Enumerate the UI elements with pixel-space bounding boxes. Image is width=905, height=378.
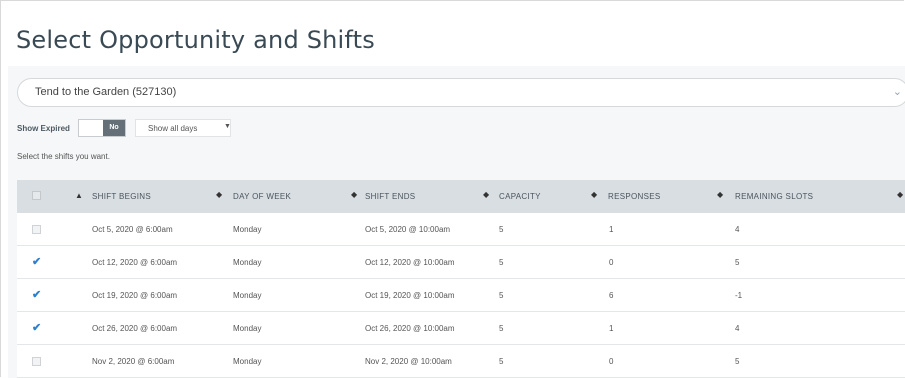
cell-shift-begins: Oct 19, 2020 @ 6:00am xyxy=(92,291,178,300)
cell-shift-begins: Nov 2, 2020 @ 6:00am xyxy=(92,357,175,366)
cell-capacity: 5 xyxy=(499,357,504,366)
cell-capacity: 5 xyxy=(499,291,504,300)
sort-icon[interactable]: ◆ xyxy=(591,190,597,199)
row-checkbox-checked[interactable]: ✔ xyxy=(32,257,41,268)
sort-ascending-icon[interactable]: ▲ xyxy=(75,191,83,200)
cell-responses: 6 xyxy=(609,291,614,300)
row-checkbox-checked[interactable]: ✔ xyxy=(32,290,41,301)
cell-remaining: -1 xyxy=(735,291,743,300)
column-capacity[interactable]: CAPACITY xyxy=(499,192,541,201)
show-expired-toggle[interactable]: No xyxy=(78,119,126,137)
opportunity-select[interactable]: Tend to the Garden (527130) ⌄ xyxy=(17,78,905,107)
row-checkbox-checked[interactable]: ✔ xyxy=(32,323,41,334)
sort-icon[interactable]: ◆ xyxy=(897,190,903,199)
column-remaining-slots[interactable]: REMAINING SLOTS xyxy=(735,192,813,201)
table-header: ▲ SHIFT BEGINS ◆ DAY OF WEEK ◆ SHIFT END… xyxy=(17,180,905,213)
sort-icon[interactable]: ◆ xyxy=(216,190,222,199)
cell-remaining: 4 xyxy=(735,225,740,234)
cell-day: Monday xyxy=(233,324,262,333)
table-row[interactable]: ✔ Oct 19, 2020 @ 6:00am Monday Oct 19, 2… xyxy=(17,279,905,312)
row-checkbox xyxy=(32,357,41,366)
cell-shift-begins: Oct 26, 2020 @ 6:00am xyxy=(92,324,178,333)
cell-shift-ends: Oct 26, 2020 @ 10:00am xyxy=(365,324,455,333)
cell-day: Monday xyxy=(233,291,262,300)
days-filter-select[interactable]: Show all days ▼ xyxy=(135,119,231,137)
table-row[interactable]: Nov 2, 2020 @ 6:00am Monday Nov 2, 2020 … xyxy=(17,345,905,378)
cell-remaining: 4 xyxy=(735,324,740,333)
cell-capacity: 5 xyxy=(499,258,504,267)
sort-icon[interactable]: ◆ xyxy=(351,190,357,199)
column-responses[interactable]: RESPONSES xyxy=(608,192,661,201)
column-shift-ends[interactable]: SHIFT ENDS xyxy=(365,192,415,201)
cell-responses: 1 xyxy=(609,225,614,234)
cell-day: Monday xyxy=(233,258,262,267)
cell-remaining: 5 xyxy=(735,258,740,267)
toggle-knob: No xyxy=(103,120,125,136)
cell-capacity: 5 xyxy=(499,225,504,234)
cell-remaining: 5 xyxy=(735,357,740,366)
opportunity-select-value: Tend to the Garden (527130) xyxy=(35,86,177,98)
cell-capacity: 5 xyxy=(499,324,504,333)
table-row[interactable]: ✔ Oct 12, 2020 @ 6:00am Monday Oct 12, 2… xyxy=(17,246,905,279)
table-row[interactable]: Oct 5, 2020 @ 6:00am Monday Oct 5, 2020 … xyxy=(17,213,905,246)
cell-shift-begins: Oct 5, 2020 @ 6:00am xyxy=(92,225,173,234)
select-all-checkbox[interactable] xyxy=(32,191,41,200)
cell-responses: 0 xyxy=(609,258,614,267)
cell-shift-ends: Oct 12, 2020 @ 10:00am xyxy=(365,258,455,267)
row-checkbox xyxy=(32,225,41,234)
sort-icon[interactable]: ◆ xyxy=(717,190,723,199)
cell-responses: 0 xyxy=(609,357,614,366)
show-expired-label: Show Expired xyxy=(17,124,70,133)
cell-shift-begins: Oct 12, 2020 @ 6:00am xyxy=(92,258,178,267)
page-title: Select Opportunity and Shifts xyxy=(16,26,375,54)
cell-shift-ends: Oct 5, 2020 @ 10:00am xyxy=(365,225,451,234)
column-day-of-week[interactable]: DAY OF WEEK xyxy=(233,192,291,201)
column-shift-begins[interactable]: SHIFT BEGINS xyxy=(92,192,151,201)
cell-shift-ends: Oct 19, 2020 @ 10:00am xyxy=(365,291,455,300)
cell-shift-ends: Nov 2, 2020 @ 10:00am xyxy=(365,357,452,366)
cell-responses: 1 xyxy=(609,324,614,333)
table-row[interactable]: ✔ Oct 26, 2020 @ 6:00am Monday Oct 26, 2… xyxy=(17,312,905,345)
cell-day: Monday xyxy=(233,357,262,366)
chevron-down-icon: ▼ xyxy=(224,123,231,130)
chevron-down-icon: ⌄ xyxy=(892,86,902,98)
cell-day: Monday xyxy=(233,225,262,234)
days-filter-value: Show all days xyxy=(148,124,198,133)
sort-icon[interactable]: ◆ xyxy=(483,190,489,199)
shift-hint-text: Select the shifts you want. xyxy=(17,152,110,161)
